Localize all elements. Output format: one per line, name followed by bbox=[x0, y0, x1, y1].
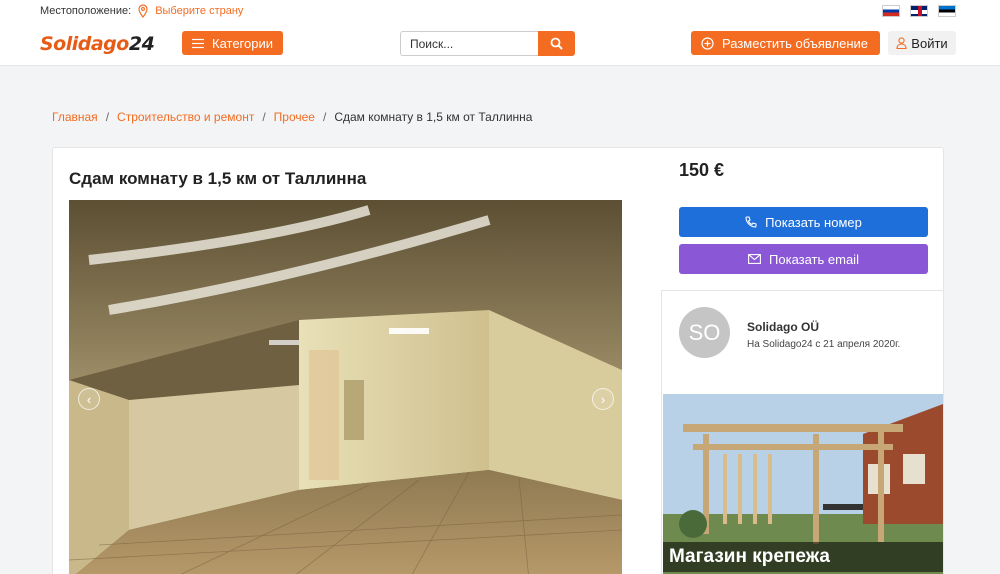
post-ad-button[interactable]: Разместить объявление bbox=[691, 31, 880, 55]
categories-button[interactable]: Категории bbox=[182, 31, 283, 55]
flag-ru-icon[interactable] bbox=[882, 5, 900, 17]
search-icon bbox=[550, 37, 563, 50]
breadcrumb-current: Сдам комнату в 1,5 км от Таллинна bbox=[334, 110, 533, 124]
ad-banner[interactable]: Магазин крепежа bbox=[663, 394, 943, 574]
breadcrumb-separator: / bbox=[262, 110, 266, 124]
login-label: Войти bbox=[911, 35, 948, 51]
listing-title: Сдам комнату в 1,5 км от Таллинна bbox=[69, 169, 367, 188]
breadcrumb-separator: / bbox=[105, 110, 110, 124]
search-button[interactable] bbox=[538, 31, 575, 56]
breadcrumb-separator: / bbox=[322, 110, 327, 124]
list-icon bbox=[192, 38, 204, 48]
listing-price: 150 € bbox=[679, 160, 725, 180]
phone-icon bbox=[745, 216, 757, 228]
listing-photo bbox=[69, 200, 622, 574]
divider bbox=[661, 290, 944, 291]
post-ad-label: Разместить объявление bbox=[722, 35, 869, 51]
breadcrumb: Главная / Строительство и ремонт / Проче… bbox=[52, 110, 532, 124]
flag-ee-icon[interactable] bbox=[938, 5, 956, 17]
user-icon bbox=[896, 37, 907, 49]
avatar[interactable]: SO bbox=[679, 307, 730, 358]
site-logo[interactable]: Solidago24 bbox=[40, 33, 155, 55]
show-phone-button[interactable]: Показать номер bbox=[679, 207, 928, 237]
breadcrumb-home[interactable]: Главная bbox=[52, 110, 98, 124]
seller-since: На Solidago24 с 21 апреля 2020г. bbox=[747, 339, 901, 350]
show-phone-label: Показать номер bbox=[765, 214, 862, 230]
location-bar: Местоположение: Выберите страну bbox=[40, 4, 243, 18]
plus-circle-icon bbox=[701, 36, 714, 50]
show-email-label: Показать email bbox=[769, 251, 859, 267]
show-email-button[interactable]: Показать email bbox=[679, 244, 928, 274]
breadcrumb-other[interactable]: Прочее bbox=[274, 110, 315, 124]
seller-name[interactable]: Solidago OÜ bbox=[747, 320, 819, 334]
logo-number: 24 bbox=[128, 33, 155, 55]
login-button[interactable]: Войти bbox=[888, 31, 956, 55]
chevron-right-icon[interactable]: › bbox=[592, 388, 614, 410]
search-box bbox=[400, 31, 575, 56]
choose-country-link[interactable]: Выберите страну bbox=[155, 5, 243, 17]
divider bbox=[661, 290, 662, 574]
location-label: Местоположение: bbox=[40, 5, 132, 17]
ad-label: Магазин крепежа bbox=[663, 542, 943, 572]
envelope-icon bbox=[748, 254, 761, 264]
breadcrumb-construction[interactable]: Строительство и ремонт bbox=[117, 110, 254, 124]
flag-gb-icon[interactable] bbox=[910, 5, 928, 17]
site-header: Местоположение: Выберите страну Solidago… bbox=[0, 0, 1000, 66]
language-switcher bbox=[882, 5, 956, 17]
categories-label: Категории bbox=[212, 35, 273, 51]
chevron-left-icon[interactable]: ‹ bbox=[78, 388, 100, 410]
listing-card: Сдам комнату в 1,5 км от Таллинна ‹ › 15… bbox=[52, 147, 944, 574]
listing-photo-gallery[interactable]: ‹ › bbox=[69, 200, 622, 574]
map-pin-icon bbox=[138, 4, 148, 18]
logo-text: Solidago bbox=[40, 33, 129, 55]
search-input[interactable] bbox=[400, 31, 538, 56]
